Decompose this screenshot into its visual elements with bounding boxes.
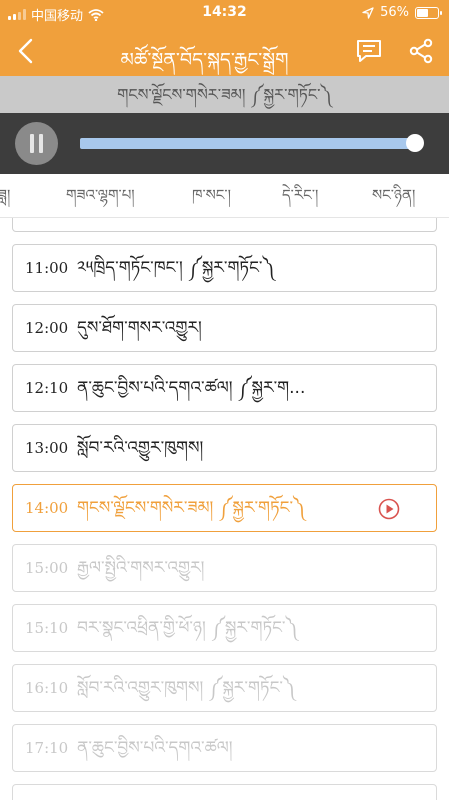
status-right: 56% (362, 5, 442, 20)
status-bar: 中国移动 14:32 56% (0, 0, 449, 26)
program-name: རྒྱལ་སྤྱིའི་གསར་འགྱུར། (77, 558, 205, 578)
program-name: བར་སྣང་འཕྲིན་གྱི་ཕོ་ཉ། ༼སྐྱར་གཏོང་༽ (77, 618, 298, 638)
schedule-row[interactable]: 17:10 ན་ཆུང་བྱིས་པའི་དགའ་ཚལ། (12, 724, 437, 772)
tab-day-0[interactable]: ཟླ། (0, 174, 10, 217)
program-name: གངས་ལྗོངས་གསེར་ཟམ། ༼སྐྱར་གཏོང་༽ (77, 498, 306, 518)
schedule-row[interactable]: 15:10 བར་སྣང་འཕྲིན་གྱི་ཕོ་ཉ། ༼སྐྱར་གཏོང་… (12, 604, 437, 652)
program-name: ན་ཆུང་བྱིས་པའི་དགའ་ཚལ། (77, 738, 233, 758)
pause-button[interactable] (15, 122, 58, 165)
progress-track[interactable] (80, 138, 418, 149)
schedule-row[interactable]: 12:10 ན་ཆུང་བྱིས་པའི་དགའ་ཚལ། ༼སྐྱར་ག... (12, 364, 437, 412)
program-time: 16:10 (25, 679, 69, 697)
battery-icon (415, 6, 442, 19)
location-arrow-icon (362, 6, 374, 19)
schedule-row[interactable]: 12:00 དུས་ཐོག་གསར་འགྱུར། (12, 304, 437, 352)
program-time: 17:10 (25, 739, 69, 757)
schedule-list: 11:00 ༢༥ཁྲིད་གཏོང་ཁང་། ༼སྐྱར་གཏོང་༽ 12:0… (0, 218, 449, 800)
app-header: 中国移动 14:32 56% མཚོ་སྔོན་བོད་སྐད་རྒྱང་སྒྲ… (0, 0, 449, 76)
program-time: 14:00 (25, 499, 69, 517)
program-time: 12:10 (25, 379, 69, 397)
program-name: སློབ་རའི་འགྱུར་ཁུགས། ༼སྐྱར་གཏོང་༽ (77, 678, 296, 698)
program-name: སློབ་རའི་འགྱུར་ཁུགས། (77, 438, 204, 458)
schedule-row[interactable]: 16:10 སློབ་རའི་འགྱུར་ཁུགས། ༼སྐྱར་གཏོང་༽ (12, 664, 437, 712)
audio-player (0, 113, 449, 174)
program-time: 15:00 (25, 559, 69, 577)
progress-knob[interactable] (405, 134, 424, 152)
tab-today[interactable]: དེ་རིང་། (282, 174, 318, 217)
tab-yesterday[interactable]: ཁ་སང་། (192, 174, 231, 217)
program-name: དུས་ཐོག་གསར་འགྱུར། (77, 318, 202, 338)
pause-icon-bar-left (30, 134, 34, 153)
program-time: 13:00 (25, 439, 69, 457)
pause-icon-bar-right (39, 134, 43, 153)
now-playing-title: གངས་ལྗོངས་གསེར་ཟམ། ༼སྐྱར་གཏོང་༽ (0, 76, 449, 113)
back-chevron-icon[interactable] (12, 36, 42, 66)
tab-tomorrow[interactable]: སང་ཉིན། (372, 174, 415, 217)
schedule-row[interactable]: 15:00 རྒྱལ་སྤྱིའི་གསར་འགྱུར། (12, 544, 437, 592)
program-name: ༢༥ཁྲིད་གཏོང་ཁང་། ༼སྐྱར་གཏོང་༽ (77, 258, 275, 278)
now-playing-icon (378, 498, 400, 520)
day-tabs: ཟླ། གཟའ་ལྷག་པ། ཁ་སང་། དེ་རིང་། སང་ཉིན། (0, 174, 449, 218)
program-time: 11:00 (25, 259, 69, 277)
battery-level (417, 8, 428, 17)
battery-percent: 56% (380, 5, 409, 20)
schedule-row[interactable]: 13:00 སློབ་རའི་འགྱུར་ཁུགས། (12, 424, 437, 472)
program-time: 15:10 (25, 619, 69, 637)
comment-icon[interactable] (354, 36, 384, 66)
program-name: ན་ཆུང་བྱིས་པའི་དགའ་ཚལ། ༼སྐྱར་ག... (77, 378, 306, 398)
nav-bar: མཚོ་སྔོན་བོད་སྐད་རྒྱང་སྒྲོག (0, 26, 449, 76)
share-icon[interactable] (406, 36, 436, 66)
schedule-row-current[interactable]: 14:00 གངས་ལྗོངས་གསེར་ཟམ། ༼སྐྱར་གཏོང་༽ (12, 484, 437, 532)
schedule-row[interactable] (12, 218, 437, 232)
schedule-row-partial[interactable] (12, 784, 437, 800)
progress-fill (80, 138, 415, 149)
schedule-row[interactable]: 11:00 ༢༥ཁྲིད་གཏོང་ཁང་། ༼སྐྱར་གཏོང་༽ (12, 244, 437, 292)
tab-wednesday[interactable]: གཟའ་ལྷག་པ། (66, 174, 135, 217)
program-time: 12:00 (25, 319, 69, 337)
